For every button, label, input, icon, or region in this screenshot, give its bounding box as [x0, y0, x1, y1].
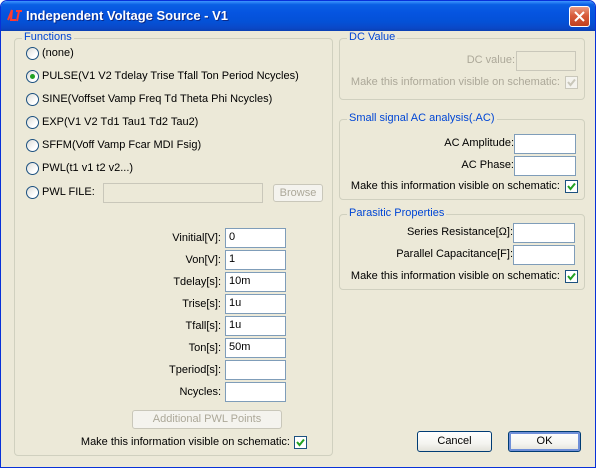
vinitial-input[interactable]: 0 [225, 228, 286, 248]
dc-value-legend: DC Value [347, 31, 398, 43]
parallel-capacitance-input[interactable] [513, 245, 575, 265]
cancel-button[interactable]: Cancel [417, 431, 492, 452]
series-resistance-input[interactable] [513, 223, 575, 243]
param-label-vinitial: Vinitial[V]: [172, 232, 221, 244]
param-label-von: Von[V]: [185, 254, 221, 266]
tdelay-input[interactable]: 10m [225, 272, 286, 292]
radio-sffm-label: SFFM(Voff Vamp Fcar MDI Fsig) [42, 139, 202, 151]
window-title: Independent Voltage Source - V1 [26, 8, 229, 23]
ac-visible-label: Make this information visible on schemat… [350, 180, 560, 192]
tfall-input[interactable]: 1u [225, 316, 286, 336]
radio-sine-button[interactable] [26, 93, 39, 106]
dc-visible-checkbox[interactable] [565, 76, 578, 89]
parasitic-legend: Parasitic Properties [347, 207, 447, 219]
radio-pulse-label: PULSE(V1 V2 Tdelay Trise Tfall Ton Perio… [42, 70, 299, 82]
dialog-window: Independent Voltage Source - V1 Function… [0, 0, 596, 468]
parasitic-visible-checkbox[interactable] [565, 270, 578, 283]
param-label-tdelay: Tdelay[s]: [173, 276, 221, 288]
additional-pwl-points-label: Additional PWL Points [152, 413, 262, 425]
ok-button-label: OK [536, 435, 553, 447]
dc-value-group: DC Value DC value: Make this information… [339, 31, 585, 100]
browse-button[interactable]: Browse [273, 184, 323, 202]
ltspice-app-icon [7, 9, 22, 22]
ac-amplitude-input[interactable] [514, 134, 576, 154]
ton-input[interactable]: 50m [225, 338, 286, 358]
ac-phase-input[interactable] [514, 156, 576, 176]
ac-visible-checkbox[interactable] [565, 180, 578, 193]
tperiod-input[interactable] [225, 360, 286, 380]
param-label-trise: Trise[s]: [182, 298, 221, 310]
ac-analysis-group: Small signal AC analysis(.AC) AC Amplitu… [339, 112, 585, 200]
param-label-tfall: Tfall[s]: [185, 320, 221, 332]
functions-legend: Functions [22, 31, 74, 43]
pwl-file-input[interactable] [103, 183, 263, 203]
radio-exp-label: EXP(V1 V2 Td1 Tau1 Td2 Tau2) [42, 116, 199, 128]
radio-pwl-file-button[interactable] [26, 186, 39, 199]
title-bar[interactable]: Independent Voltage Source - V1 [1, 1, 595, 31]
parallel-capacitance-label: Parallel Capacitance[F]: [396, 248, 513, 260]
browse-button-label: Browse [279, 187, 317, 199]
checkmark-icon [567, 78, 576, 87]
dc-visible-label: Make this information visible on schemat… [350, 76, 560, 88]
ncycles-input[interactable] [225, 382, 286, 402]
radio-none-button[interactable] [26, 47, 39, 60]
ac-amplitude-label: AC Amplitude: [444, 137, 514, 149]
cancel-button-label: Cancel [437, 435, 472, 447]
functions-group: Functions (none) PULSE(V1 V2 Tdelay Tris… [14, 31, 333, 456]
dc-value-label: DC value: [466, 54, 515, 66]
checkmark-icon [567, 272, 576, 281]
radio-sffm-button[interactable] [26, 139, 39, 152]
functions-visible-label: Make this information visible on schemat… [80, 436, 290, 448]
dc-value-input[interactable] [516, 51, 576, 71]
trise-input[interactable]: 1u [225, 294, 286, 314]
ok-button[interactable]: OK [508, 431, 581, 452]
radio-sine-label: SINE(Voffset Vamp Freq Td Theta Phi Ncyc… [42, 93, 273, 105]
radio-pulse-button[interactable] [26, 70, 39, 83]
functions-visible-checkbox[interactable] [294, 436, 307, 449]
close-icon [574, 11, 585, 22]
radio-pwl-label: PWL(t1 v1 t2 v2...) [42, 162, 134, 174]
ac-phase-label: AC Phase: [461, 159, 514, 171]
parasitic-group: Parasitic Properties Series Resistance[Ω… [339, 207, 585, 290]
parasitic-visible-label: Make this information visible on schemat… [350, 270, 560, 282]
radio-pwl-button[interactable] [26, 162, 39, 175]
radio-pwl-file-label: PWL FILE: [42, 186, 95, 198]
param-label-ton: Ton[s]: [188, 342, 221, 354]
checkmark-icon [296, 438, 305, 447]
additional-pwl-points-button[interactable]: Additional PWL Points [132, 410, 282, 429]
dialog-client: Functions (none) PULSE(V1 V2 Tdelay Tris… [4, 31, 592, 464]
ac-analysis-legend: Small signal AC analysis(.AC) [347, 112, 497, 124]
von-input[interactable]: 1 [225, 250, 286, 270]
radio-none-label: (none) [42, 47, 74, 59]
param-label-tperiod: Tperiod[s]: [169, 364, 221, 376]
series-resistance-label: Series Resistance[Ω]: [406, 226, 513, 238]
checkmark-icon [567, 182, 576, 191]
param-label-ncycles: Ncycles: [179, 386, 221, 398]
close-button[interactable] [569, 6, 590, 27]
radio-exp-button[interactable] [26, 116, 39, 129]
